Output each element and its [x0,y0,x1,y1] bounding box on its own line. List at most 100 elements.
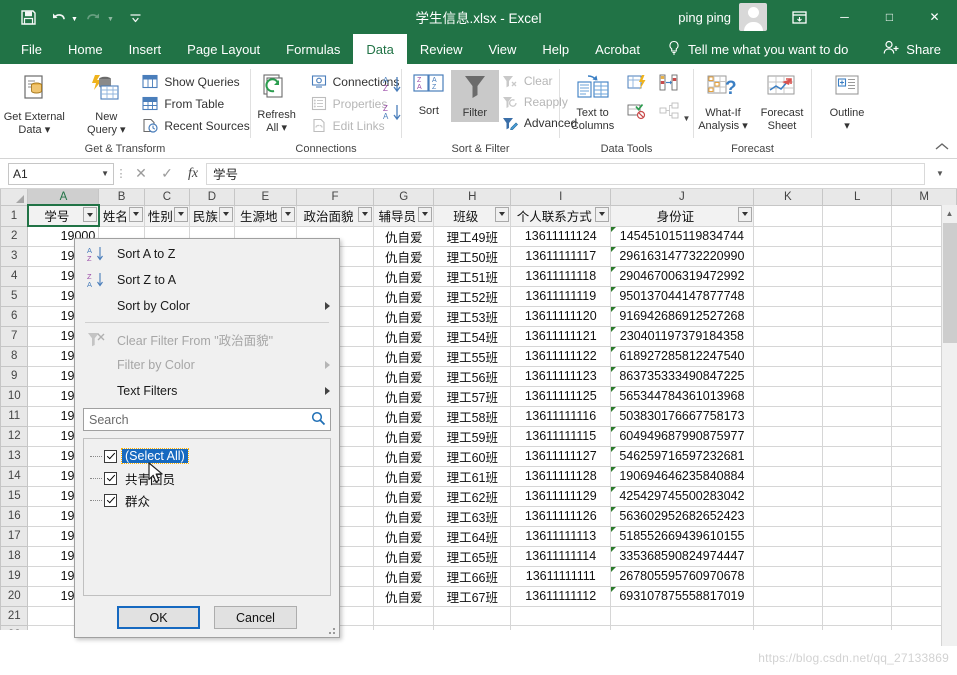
cell-L10[interactable] [822,386,893,407]
row-header[interactable]: 9 [0,365,29,387]
filter-arrow-J[interactable] [737,206,752,222]
recent-sources-button[interactable]: Recent Sources [139,116,254,135]
select-all-corner[interactable] [0,189,29,206]
sort-az-button[interactable]: AZ [379,72,407,98]
cell-K5[interactable] [753,286,824,307]
filter-checkbox[interactable] [104,471,117,485]
cell-L6[interactable] [822,306,893,327]
cell-I19[interactable]: 13611111111 [510,566,612,587]
cell-G5[interactable]: 仇自爱 [373,286,435,307]
cell-J3[interactable]: 296163147732220990 [610,246,754,267]
filter-value-list[interactable]: (Select All) 共青团员 群众 [83,438,331,596]
refresh-all-button[interactable]: Refresh All ▾ [248,70,306,138]
cell-J14[interactable]: 190694646235840884 [610,466,754,487]
row-header[interactable]: 3 [0,245,29,267]
new-query-button[interactable]: New Query ▾ [75,70,137,140]
cell-H15[interactable]: 理工62班 [433,486,512,507]
header-cell-H1[interactable]: 班级 [433,205,512,227]
cell-H5[interactable]: 理工52班 [433,286,512,307]
cell-L11[interactable] [822,406,893,427]
column-header-H[interactable]: H [433,189,512,206]
outline-dropdown-caret[interactable]: ▾ [844,120,850,132]
header-cell-G1[interactable]: 辅导员 [373,205,435,227]
cell-J6[interactable]: 916942686912527268 [610,306,754,327]
cell-I8[interactable]: 13611111122 [510,346,612,367]
tab-file[interactable]: File [8,34,55,64]
cell-L9[interactable] [822,366,893,387]
cell-K19[interactable] [753,566,824,587]
collapse-ribbon-button[interactable] [935,142,949,155]
cell-J9[interactable]: 863735333490847225 [610,366,754,387]
row-header[interactable]: 17 [0,525,29,547]
cell-J8[interactable]: 618927285812247540 [610,346,754,367]
filter-search-box[interactable]: Search [83,408,331,431]
cell-G17[interactable]: 仇自爱 [373,526,435,547]
cell-I21[interactable] [510,606,612,626]
cell-K6[interactable] [753,306,824,327]
filter-arrow-D[interactable] [218,206,233,222]
scroll-up-arrow[interactable]: ▲ [942,205,957,222]
cell-H14[interactable]: 理工61班 [433,466,512,487]
ok-button[interactable]: OK [117,606,200,629]
cell-L12[interactable] [822,426,893,447]
column-header-D[interactable]: D [188,189,235,206]
cell-I4[interactable]: 13611111118 [510,266,612,287]
cell-H19[interactable]: 理工66班 [433,566,512,587]
cell-H16[interactable]: 理工63班 [433,506,512,527]
scrollbar-thumb[interactable] [943,223,957,343]
cell-J16[interactable]: 563602952682652423 [610,506,754,527]
cell-J7[interactable]: 230401197379184358 [610,326,754,347]
filter-arrow-A[interactable] [82,207,97,222]
column-header-G[interactable]: G [373,189,435,206]
cell-L1[interactable] [822,205,893,227]
cell-K11[interactable] [753,406,824,427]
close-button[interactable]: ✕ [912,0,957,34]
column-header-F[interactable]: F [295,189,375,206]
cell-G3[interactable]: 仇自爱 [373,246,435,267]
what-if-analysis-button[interactable]: ? What-If Analysis ▾ [695,70,752,136]
cell-J18[interactable]: 335368590824974447 [610,546,754,567]
column-header-L[interactable]: L [821,189,893,206]
tab-insert[interactable]: Insert [116,34,175,64]
row-header[interactable]: 18 [0,545,29,567]
from-table-button[interactable]: From Table [139,94,254,113]
header-cell-D1[interactable]: 民族 [189,205,235,227]
cell-I5[interactable]: 13611111119 [510,286,612,307]
cell-K3[interactable] [753,246,824,267]
confirm-icon[interactable]: ✓ [154,163,180,185]
row-header[interactable]: 5 [0,285,29,307]
outline-button[interactable]: Outline ▾ [817,70,877,136]
cell-K10[interactable] [753,386,824,407]
cell-I14[interactable]: 13611111128 [510,466,612,487]
header-cell-C1[interactable]: 性别 [144,205,190,227]
cell-H13[interactable]: 理工60班 [433,446,512,467]
cell-G10[interactable]: 仇自爱 [373,386,435,407]
row-header[interactable]: 11 [0,405,29,427]
cell-J5[interactable]: 950137044147877748 [610,286,754,307]
cell-K13[interactable] [753,446,824,467]
cell-H11[interactable]: 理工58班 [433,406,512,427]
cell-I3[interactable]: 13611111117 [510,246,612,267]
row-header[interactable]: 4 [0,265,29,287]
filter-list-item[interactable]: 共青团员 [84,467,330,489]
cell-J10[interactable]: 565344784361013968 [610,386,754,407]
cell-K15[interactable] [753,486,824,507]
menu-sort-by-color[interactable]: Sort by Color [75,293,339,319]
cell-H20[interactable]: 理工67班 [433,586,512,607]
cell-L21[interactable] [822,606,893,626]
cell-H6[interactable]: 理工53班 [433,306,512,327]
undo-dropdown-icon[interactable]: ▼ [71,16,78,23]
cell-G18[interactable]: 仇自爱 [373,546,435,567]
filter-arrow-G[interactable] [418,206,433,222]
cell-L19[interactable] [822,566,893,587]
header-cell-A1[interactable]: 学号 [26,204,100,227]
cell-K2[interactable] [753,226,824,247]
cell-G6[interactable]: 仇自爱 [373,306,435,327]
name-box-dropdown-icon[interactable]: ▼ [101,169,109,178]
row-header[interactable]: 7 [0,325,29,347]
tab-view[interactable]: View [475,34,529,64]
row-header[interactable]: 22 [0,624,29,630]
cell-K22[interactable] [753,625,824,630]
column-header-M[interactable]: M [891,189,957,206]
cell-L15[interactable] [822,486,893,507]
